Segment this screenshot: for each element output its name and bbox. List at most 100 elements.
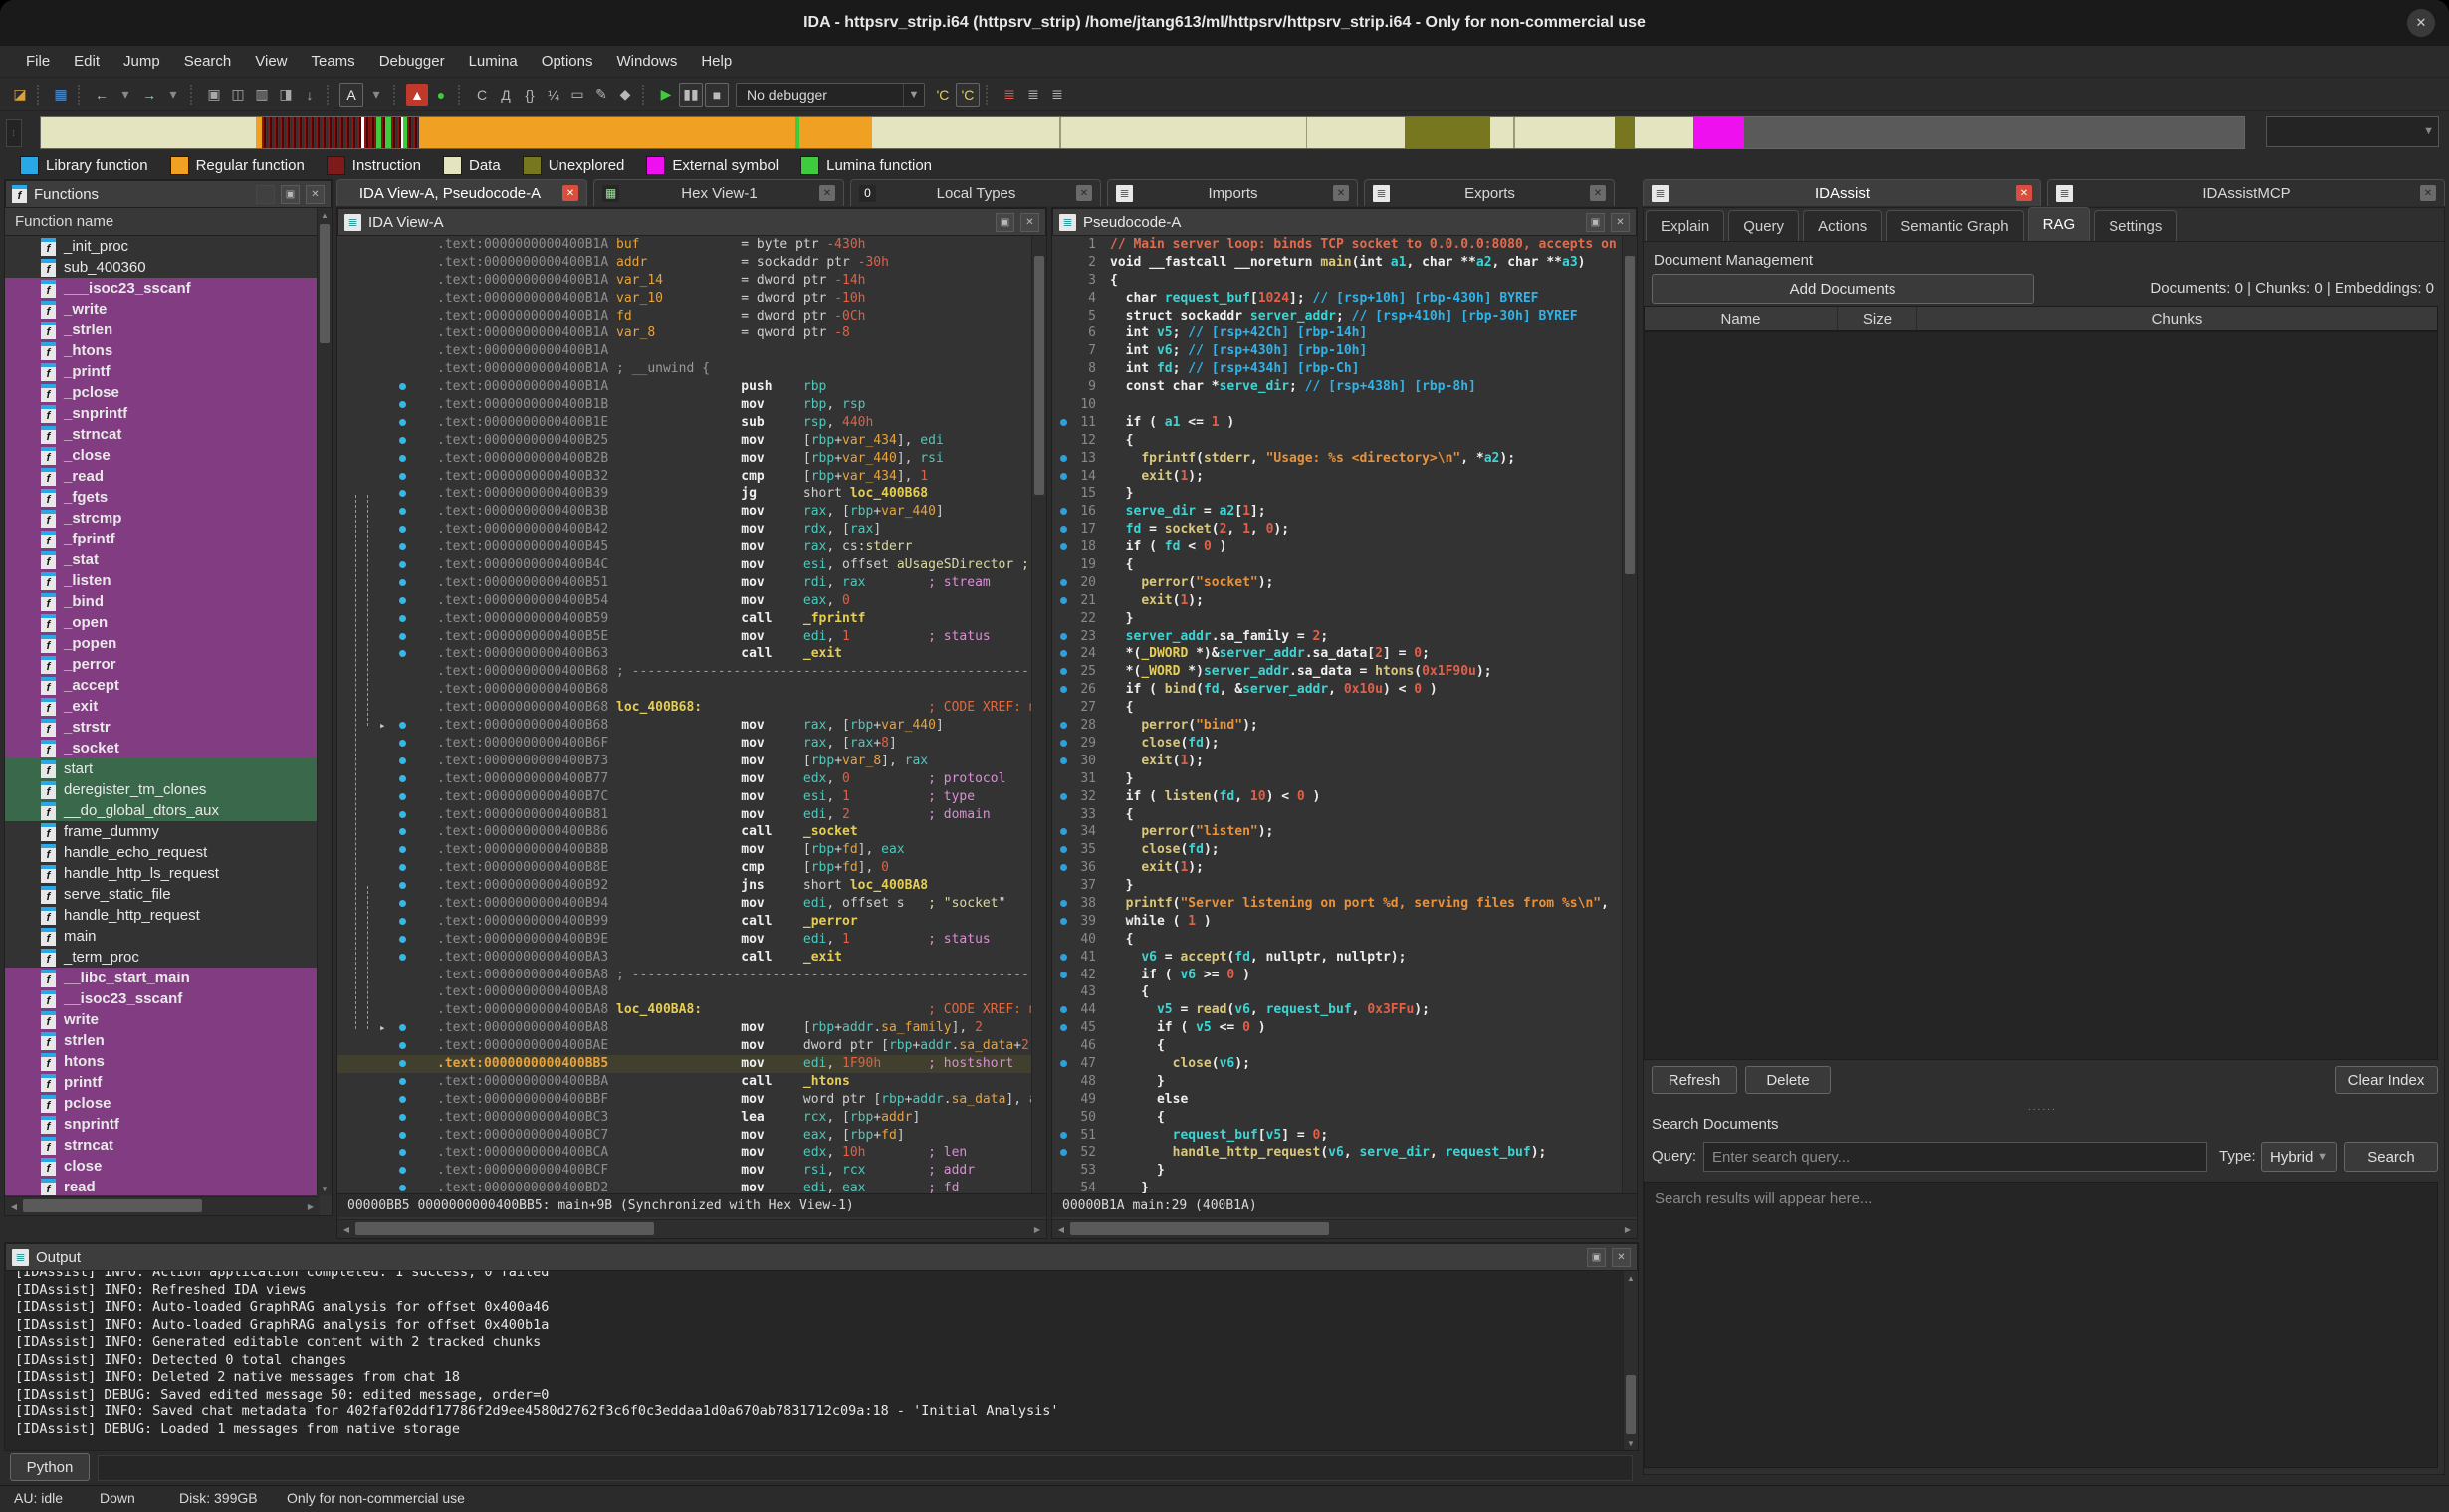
function-row[interactable]: f_open bbox=[5, 612, 318, 633]
pseudo-vertical-scrollbar[interactable] bbox=[1622, 236, 1637, 1195]
menu-file[interactable]: File bbox=[14, 53, 62, 70]
close-icon[interactable]: ✕ bbox=[819, 185, 835, 201]
function-row[interactable]: fpclose bbox=[5, 1093, 318, 1114]
function-row[interactable]: f_close bbox=[5, 445, 318, 466]
menu-windows[interactable]: Windows bbox=[604, 53, 689, 70]
close-icon[interactable]: ✕ bbox=[562, 185, 578, 201]
jump-segment-icon[interactable]: ▥ bbox=[251, 84, 273, 106]
function-row[interactable]: fstart bbox=[5, 758, 318, 779]
function-row[interactable]: f_popen bbox=[5, 633, 318, 654]
python-button[interactable]: Python bbox=[10, 1453, 90, 1481]
functions-header[interactable]: f Functions ▣ ✕ bbox=[5, 180, 332, 208]
instruction-dot-icon[interactable] bbox=[399, 1149, 406, 1156]
compile-c-icon[interactable]: 'C bbox=[932, 84, 954, 106]
function-row[interactable]: fwrite bbox=[5, 1009, 318, 1030]
function-row[interactable]: f__libc_start_main bbox=[5, 968, 318, 988]
output-log[interactable]: [IDAssist] INFO: Action application comp… bbox=[5, 1271, 1624, 1450]
function-row[interactable]: f_htons bbox=[5, 340, 318, 361]
compile-c-alt-icon[interactable]: 'C bbox=[956, 83, 980, 107]
function-row[interactable]: f_snprintf bbox=[5, 403, 318, 424]
menu-help[interactable]: Help bbox=[689, 53, 744, 70]
menu-edit[interactable]: Edit bbox=[62, 53, 111, 70]
tab-idassistmcp[interactable]: ≣IDAssistMCP✕ bbox=[2047, 179, 2445, 206]
tab-settings[interactable]: Settings bbox=[2094, 210, 2177, 241]
instruction-dot-icon[interactable] bbox=[399, 1167, 406, 1174]
tab-idassist[interactable]: ≣IDAssist✕ bbox=[1643, 179, 2041, 206]
diamond-icon[interactable]: ◆ bbox=[614, 84, 636, 106]
functions-horizontal-scrollbar[interactable]: ◀ ▶ bbox=[5, 1196, 320, 1215]
braces-icon[interactable]: {} bbox=[519, 84, 541, 106]
function-row[interactable]: fderegister_tm_clones bbox=[5, 779, 318, 800]
scroll-thumb[interactable] bbox=[1626, 1375, 1636, 1434]
tab-exports[interactable]: ≣Exports✕ bbox=[1364, 179, 1615, 206]
function-row[interactable]: fhandle_echo_request bbox=[5, 842, 318, 863]
function-row[interactable]: f_strncat bbox=[5, 424, 318, 445]
refresh-button[interactable]: Refresh bbox=[1652, 1066, 1737, 1094]
menu-debugger[interactable]: Debugger bbox=[367, 53, 457, 70]
scroll-thumb[interactable] bbox=[320, 224, 330, 343]
function-row[interactable]: fhandle_http_request bbox=[5, 905, 318, 926]
function-row[interactable]: f_exit bbox=[5, 696, 318, 717]
function-row[interactable]: f_accept bbox=[5, 675, 318, 696]
instruction-dot-icon[interactable] bbox=[399, 1078, 406, 1085]
instruction-dot-icon[interactable] bbox=[399, 615, 406, 622]
jump-function-icon[interactable]: ◫ bbox=[227, 84, 249, 106]
search-button[interactable]: Search bbox=[2344, 1142, 2438, 1172]
disasm-vertical-scrollbar[interactable] bbox=[1031, 236, 1046, 1195]
close-icon[interactable]: ✕ bbox=[2016, 185, 2032, 201]
ida-view-header[interactable]: ≣ IDA View-A ▣ ✕ bbox=[337, 208, 1046, 236]
navigator-band[interactable] bbox=[40, 116, 2245, 149]
text-search-icon[interactable]: A bbox=[339, 83, 363, 107]
disassembly-view[interactable]: .text:0000000000400B1A buf = byte ptr -4… bbox=[337, 236, 1032, 1195]
pseudo-horizontal-scrollbar[interactable]: ◀ ▶ bbox=[1052, 1219, 1637, 1238]
function-row[interactable]: f_socket bbox=[5, 738, 318, 758]
instruction-dot-icon[interactable] bbox=[399, 722, 406, 729]
function-row[interactable]: fclose bbox=[5, 1156, 318, 1177]
python-input[interactable] bbox=[98, 1455, 1633, 1481]
instruction-dot-icon[interactable] bbox=[399, 437, 406, 444]
menu-options[interactable]: Options bbox=[530, 53, 605, 70]
close-icon[interactable]: ✕ bbox=[1590, 185, 1606, 201]
close-icon[interactable]: ✕ bbox=[2420, 185, 2436, 201]
function-row[interactable]: f_perror bbox=[5, 654, 318, 675]
scroll-thumb[interactable] bbox=[1625, 256, 1635, 574]
restore-icon[interactable]: ▣ bbox=[996, 213, 1014, 232]
instruction-dot-icon[interactable] bbox=[399, 543, 406, 550]
scroll-up-icon[interactable]: ▲ bbox=[1624, 1271, 1638, 1285]
pseudocode-header[interactable]: ≣ Pseudocode-A ▣ ✕ bbox=[1052, 208, 1637, 236]
scroll-right-icon[interactable]: ▶ bbox=[1030, 1222, 1044, 1236]
delete-button[interactable]: Delete bbox=[1745, 1066, 1831, 1094]
navigator-select[interactable]: ▼ bbox=[2266, 116, 2439, 147]
function-row[interactable]: f_read bbox=[5, 466, 318, 487]
open-file-icon[interactable]: ◪ bbox=[9, 84, 31, 106]
instruction-dot-icon[interactable] bbox=[399, 1132, 406, 1139]
run-marker-icon[interactable]: ● bbox=[430, 84, 452, 106]
scroll-thumb[interactable] bbox=[1070, 1222, 1329, 1235]
function-row[interactable]: f_strlen bbox=[5, 320, 318, 340]
instruction-dot-icon[interactable] bbox=[399, 775, 406, 782]
function-row[interactable]: f_init_proc bbox=[5, 236, 318, 257]
function-row[interactable]: f___isoc23_sscanf bbox=[5, 278, 318, 299]
scroll-right-icon[interactable]: ▶ bbox=[304, 1199, 318, 1213]
close-icon[interactable]: ✕ bbox=[1333, 185, 1349, 201]
instruction-dot-icon[interactable] bbox=[399, 490, 406, 497]
debugger-select[interactable]: No debugger ▼ bbox=[736, 83, 925, 107]
breakpoint-marker-icon[interactable]: ▲ bbox=[406, 84, 428, 106]
nav-forward-dropdown-icon[interactable]: ▾ bbox=[162, 84, 184, 106]
function-row[interactable]: f_stat bbox=[5, 549, 318, 570]
frame-icon[interactable]: ▭ bbox=[566, 84, 588, 106]
scroll-right-icon[interactable]: ▶ bbox=[1621, 1222, 1635, 1236]
list-gray2-icon[interactable]: ≣ bbox=[1046, 84, 1068, 106]
list-gray1-icon[interactable]: ≣ bbox=[1022, 84, 1044, 106]
close-icon[interactable]: ✕ bbox=[306, 185, 325, 204]
navigator-drag-handle[interactable]: ⁞ bbox=[6, 119, 22, 147]
instruction-dot-icon[interactable] bbox=[399, 650, 406, 657]
instruction-dot-icon[interactable] bbox=[399, 1114, 406, 1121]
nav-forward-icon[interactable]: → bbox=[138, 84, 160, 106]
restore-icon[interactable]: ▣ bbox=[1587, 1248, 1606, 1267]
function-row[interactable]: f_strstr bbox=[5, 717, 318, 738]
function-row[interactable]: f_term_proc bbox=[5, 947, 318, 968]
instruction-dot-icon[interactable] bbox=[399, 1096, 406, 1103]
function-row[interactable]: fserve_static_file bbox=[5, 884, 318, 905]
instruction-dot-icon[interactable] bbox=[399, 1060, 406, 1067]
